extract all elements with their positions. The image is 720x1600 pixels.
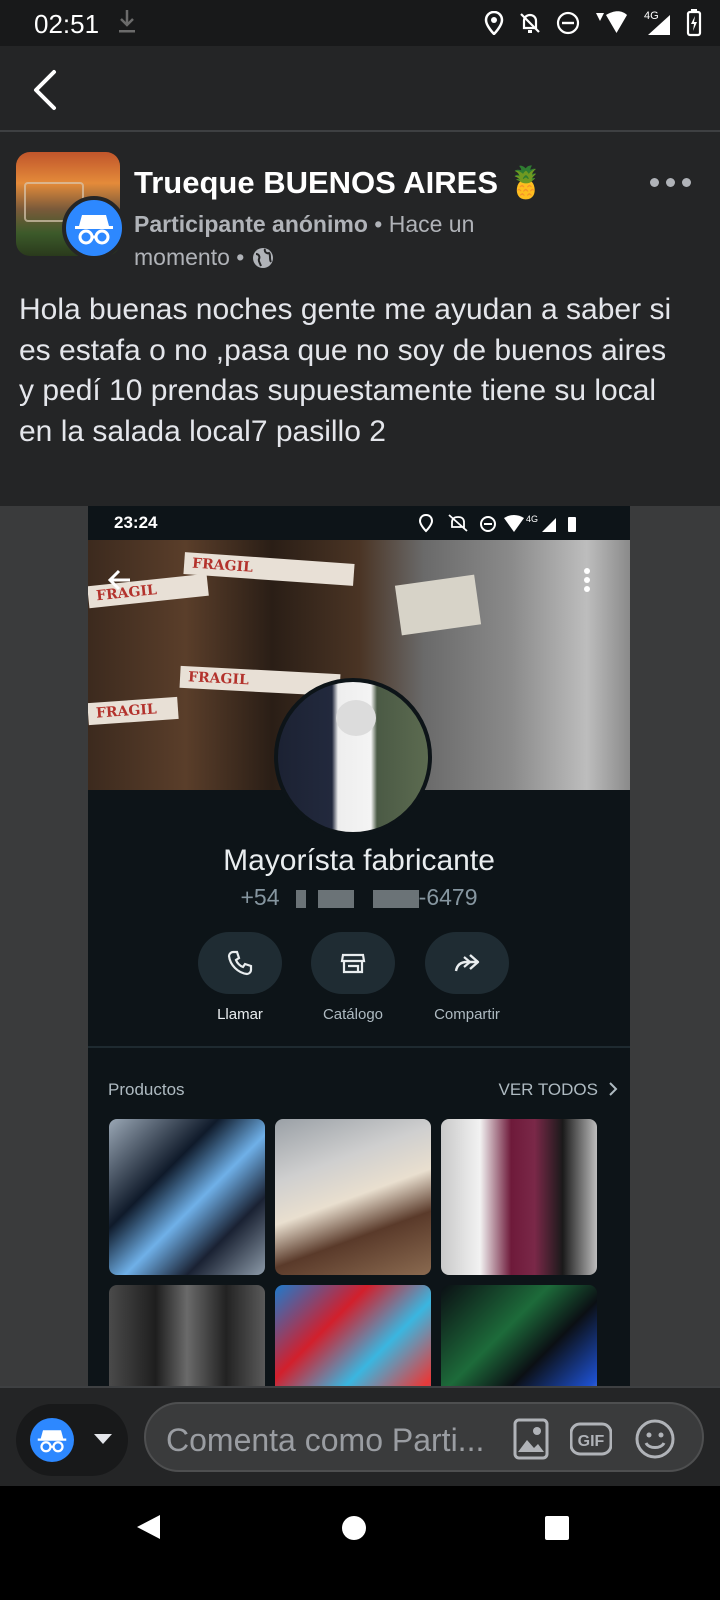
see-all-link: VER TODOS: [498, 1080, 618, 1100]
nav-recents-icon[interactable]: [543, 1514, 571, 1542]
nav-home-icon[interactable]: [340, 1514, 368, 1542]
incognito-icon: [75, 215, 113, 245]
svg-text:GIF: GIF: [578, 1433, 605, 1450]
share-icon: [454, 954, 480, 972]
mute-bell-icon: [520, 13, 540, 33]
products-title: Productos: [108, 1080, 185, 1099]
embedded-status-bar: 23:24 4G: [88, 506, 630, 540]
embedded-menu-icon: [584, 568, 590, 592]
embedded-share-button: [425, 932, 509, 994]
product-thumbnail: [441, 1285, 597, 1386]
embedded-status-time: 23:24: [114, 513, 158, 532]
wifi-icon: [596, 11, 627, 33]
product-thumbnail: [275, 1285, 431, 1386]
product-thumbnail: [109, 1119, 265, 1275]
photo-icon[interactable]: [510, 1418, 552, 1460]
jacket-hood-shape: [336, 700, 376, 736]
globe-icon: [252, 248, 273, 268]
comment-placeholder: Comenta como Parti...: [166, 1422, 485, 1458]
svg-text:4G: 4G: [644, 10, 659, 22]
see-all-label: VER TODOS: [498, 1080, 598, 1099]
battery-icon: [686, 9, 702, 37]
fragile-tape: FRAGIL: [183, 552, 355, 586]
share-label: Compartir: [434, 1006, 500, 1023]
meta-separator: •: [374, 211, 383, 237]
fragile-tape: FRAGIL: [88, 696, 179, 726]
status-bar: 02:51 4G: [0, 0, 720, 46]
group-name-link[interactable]: Trueque BUENOS AIRES 🍍: [134, 164, 545, 201]
phone-suffix: -6479: [418, 884, 478, 910]
post-text: Hola buenas noches gente me ayudan a sab…: [19, 293, 672, 448]
phone-icon: [227, 950, 253, 976]
app-bar: [0, 46, 720, 132]
author-name[interactable]: Participante anónimo: [134, 211, 368, 237]
status-icons: 4G: [484, 8, 702, 38]
back-button[interactable]: [22, 64, 72, 114]
caret-down-icon: [94, 1434, 112, 1444]
svg-text:4G: 4G: [526, 514, 538, 524]
chevron-right-icon: [609, 1082, 618, 1096]
dnd-icon: [556, 11, 580, 35]
more-options-button[interactable]: [646, 166, 694, 198]
nav-back-icon[interactable]: [134, 1512, 164, 1542]
embedded-status-icons: 4G: [418, 514, 576, 533]
anonymous-avatar: [62, 196, 126, 260]
incognito-icon: [37, 1430, 67, 1453]
signal-icon: 4G: [644, 10, 670, 35]
phone-prefix: +54: [240, 884, 280, 910]
location-icon: [484, 11, 504, 35]
meta-separator: •: [236, 244, 245, 270]
embedded-divider: [88, 1046, 630, 1048]
redaction-block: [295, 889, 306, 908]
emoji-icon[interactable]: [634, 1418, 676, 1460]
status-time: 02:51: [34, 9, 100, 39]
embedded-phone-number: +54 -6479: [88, 884, 630, 911]
embedded-contact-name: Mayorísta fabricante: [223, 844, 495, 877]
persona-avatar: [30, 1418, 74, 1462]
comment-input[interactable]: Comenta como Parti... GIF: [144, 1402, 704, 1472]
store-icon: [340, 953, 366, 974]
embedded-call-button: [198, 932, 282, 994]
persona-switcher-button[interactable]: [16, 1404, 128, 1476]
redaction-block: [318, 889, 355, 908]
comment-bar: Comenta como Parti... GIF: [0, 1386, 720, 1486]
post-image[interactable]: 23:24 4G FRAGIL FRAGIL FRAGIL FRAGIL May…: [88, 506, 630, 1386]
system-nav-bar: [0, 1486, 720, 1600]
redaction-block: [372, 889, 419, 908]
post-meta: Participante anónimo • Hace un momento •: [134, 208, 534, 274]
embedded-catalog-button: [311, 932, 395, 994]
gif-icon[interactable]: GIF: [570, 1418, 612, 1460]
product-thumbnail: [275, 1119, 431, 1275]
embedded-profile-photo: [274, 678, 432, 836]
shipping-label: [394, 574, 482, 636]
embedded-back-icon: [107, 569, 130, 591]
download-icon: [119, 10, 135, 33]
product-thumbnail: [109, 1285, 265, 1386]
product-thumbnail: [441, 1119, 597, 1275]
